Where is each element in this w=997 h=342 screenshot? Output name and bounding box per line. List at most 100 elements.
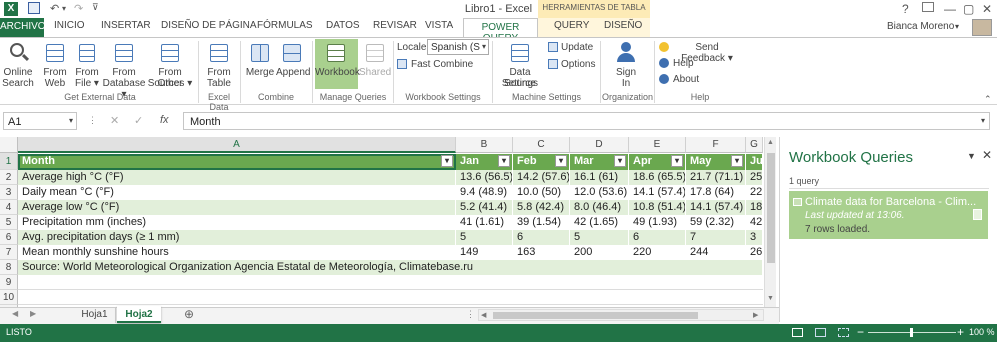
- table-header-cell[interactable]: Apr ▾: [629, 154, 686, 170]
- tab-archivo[interactable]: ARCHIVO: [0, 18, 46, 37]
- zoom-in-icon[interactable]: +: [957, 325, 964, 339]
- row-header[interactable]: 3: [0, 185, 18, 200]
- table-cell[interactable]: 12.0 (53.6): [570, 185, 629, 200]
- collapse-ribbon-icon[interactable]: ⌃: [984, 94, 992, 105]
- table-cell[interactable]: 26: [746, 245, 763, 260]
- online-search-button[interactable]: Online Search: [2, 40, 34, 90]
- table-cell[interactable]: 41 (1.61): [456, 215, 513, 230]
- tab-split-icon[interactable]: ⋮: [466, 309, 475, 320]
- row-header[interactable]: 1: [0, 153, 18, 170]
- zoom-thumb[interactable]: [910, 328, 913, 337]
- table-cell[interactable]: 200: [570, 245, 629, 260]
- table-cell[interactable]: 10.0 (50): [513, 185, 570, 200]
- select-all-corner[interactable]: [0, 137, 18, 153]
- tab-diseno[interactable]: DISEÑO: [604, 20, 642, 31]
- row-header[interactable]: 8: [0, 260, 18, 275]
- workbook-queries-button[interactable]: Workbook: [315, 39, 360, 89]
- table-cell[interactable]: 39 (1.54): [513, 215, 570, 230]
- help-link[interactable]: Help: [659, 57, 719, 71]
- ribbon-display-icon[interactable]: [922, 2, 934, 12]
- data-source-settings-button[interactable]: Data Source Settings: [495, 40, 545, 90]
- table-cell[interactable]: Precipitation mm (inches): [18, 215, 456, 230]
- page-layout-icon[interactable]: [815, 328, 826, 337]
- filter-dropdown-icon[interactable]: ▾: [441, 155, 453, 167]
- scroll-up-icon[interactable]: ▲: [767, 139, 774, 146]
- tab-formulas[interactable]: FÓRMULAS: [257, 20, 313, 31]
- tab-power-query[interactable]: POWER QUERY: [463, 18, 538, 44]
- table-header-cell[interactable]: Mar ▾: [570, 154, 629, 170]
- filter-dropdown-icon[interactable]: ▾: [614, 155, 626, 167]
- restore-button[interactable]: ▢: [963, 2, 974, 16]
- undo-icon[interactable]: ↶: [50, 2, 59, 15]
- tab-revisar[interactable]: REVISAR: [373, 20, 417, 31]
- expand-formula-icon[interactable]: ▾: [981, 116, 985, 125]
- minimize-button[interactable]: —: [944, 2, 956, 16]
- zoom-out-icon[interactable]: −: [857, 325, 864, 339]
- redo-icon[interactable]: ↷: [74, 2, 83, 15]
- from-database-button[interactable]: From Database ▾: [102, 40, 146, 100]
- column-header-e[interactable]: E: [629, 137, 686, 153]
- table-cell[interactable]: Average high °C (°F): [18, 170, 456, 185]
- row-header[interactable]: 5: [0, 215, 18, 230]
- table-cell[interactable]: 59 (2.32): [686, 215, 746, 230]
- table-cell[interactable]: 18.6 (65.5): [629, 170, 686, 185]
- customize-qat-icon[interactable]: ⊽: [92, 2, 99, 13]
- name-box[interactable]: A1 ▾: [3, 112, 77, 130]
- sheet-nav-next-icon[interactable]: ▶: [30, 309, 36, 318]
- column-header-d[interactable]: D: [570, 137, 629, 153]
- table-header-cell[interactable]: Month ▾: [18, 154, 456, 170]
- table-cell[interactable]: 17.8 (64): [686, 185, 746, 200]
- help-button[interactable]: ?: [902, 2, 909, 16]
- table-cell[interactable]: 220: [629, 245, 686, 260]
- query-item[interactable]: Climate data for Barcelona - Clim... Las…: [789, 191, 988, 239]
- filter-dropdown-icon[interactable]: ▾: [671, 155, 683, 167]
- tab-vista[interactable]: VISTA: [425, 20, 453, 31]
- column-header-f[interactable]: F: [686, 137, 746, 153]
- table-cell[interactable]: 8.0 (46.4): [570, 200, 629, 215]
- filter-dropdown-icon[interactable]: ▾: [731, 155, 743, 167]
- column-header-g[interactable]: G: [746, 137, 763, 153]
- table-cell[interactable]: 18: [746, 200, 763, 215]
- table-header-cell[interactable]: May ▾: [686, 154, 746, 170]
- table-cell[interactable]: 25: [746, 170, 763, 185]
- table-cell[interactable]: 14.2 (57.6): [513, 170, 570, 185]
- options-button[interactable]: Options: [548, 58, 596, 72]
- tab-diseno-pagina[interactable]: DISEÑO DE PÁGINA: [161, 20, 257, 31]
- vertical-scrollbar[interactable]: ▲ ▼: [764, 137, 776, 307]
- row-header[interactable]: 9: [0, 275, 18, 290]
- insert-function-icon[interactable]: fx: [160, 114, 169, 126]
- table-cell[interactable]: 10.8 (51.4): [629, 200, 686, 215]
- filter-dropdown-icon[interactable]: ▾: [555, 155, 567, 167]
- append-button[interactable]: Append: [276, 40, 310, 90]
- table-cell[interactable]: 13.6 (56.5): [456, 170, 513, 185]
- cancel-icon[interactable]: ✕: [110, 114, 119, 127]
- table-cell[interactable]: 7: [686, 230, 746, 245]
- column-header-c[interactable]: C: [513, 137, 570, 153]
- enter-icon[interactable]: ✓: [134, 114, 143, 127]
- table-cell[interactable]: 49 (1.93): [629, 215, 686, 230]
- table-cell[interactable]: 3: [746, 230, 763, 245]
- table-cell[interactable]: 5.8 (42.4): [513, 200, 570, 215]
- user-name[interactable]: Bianca Moreno: [887, 21, 954, 32]
- table-cell[interactable]: 9.4 (48.9): [456, 185, 513, 200]
- row-header[interactable]: 6: [0, 230, 18, 245]
- table-cell[interactable]: Mean monthly sunshine hours: [18, 245, 456, 260]
- about-link[interactable]: About: [659, 73, 719, 87]
- sheet-tab-hoja2[interactable]: Hoja2: [117, 306, 161, 323]
- sign-in-button[interactable]: Sign In: [610, 40, 642, 90]
- sheet-nav-prev-icon[interactable]: ◀: [12, 309, 18, 318]
- user-dropdown-icon[interactable]: ▾: [955, 22, 959, 31]
- zoom-level[interactable]: 100 %: [969, 327, 995, 337]
- table-cell[interactable]: 42 (1.65): [570, 215, 629, 230]
- table-cell[interactable]: 14.1 (57.4): [629, 185, 686, 200]
- table-cell[interactable]: 5.2 (41.4): [456, 200, 513, 215]
- table-cell[interactable]: Average low °C (°F): [18, 200, 456, 215]
- column-header-b[interactable]: B: [456, 137, 513, 153]
- table-cell[interactable]: 14.1 (57.4): [686, 200, 746, 215]
- source-cell[interactable]: Source: World Meteorological Organizatio…: [18, 260, 763, 275]
- locale-select[interactable]: Spanish (S ▾: [427, 39, 489, 55]
- table-cell[interactable]: 16.1 (61): [570, 170, 629, 185]
- scroll-left-icon[interactable]: ◀: [481, 311, 486, 319]
- close-button[interactable]: ✕: [982, 2, 992, 16]
- save-icon[interactable]: [28, 2, 40, 14]
